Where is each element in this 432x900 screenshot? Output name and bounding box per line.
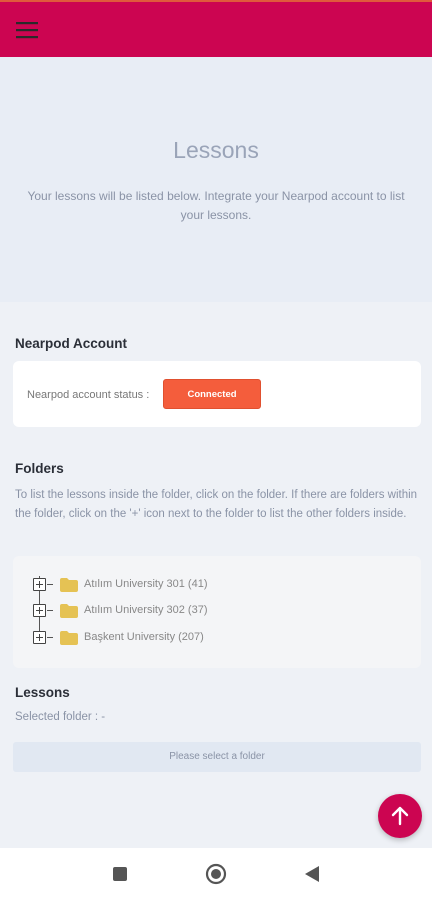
folder-item[interactable]: Atılım University 301 (41) <box>33 577 403 593</box>
expand-plus-icon[interactable] <box>33 631 46 644</box>
folder-tree: Atılım University 301 (41) Atılım Univer… <box>13 556 421 668</box>
connected-button[interactable]: Connected <box>163 379 261 409</box>
system-nav-bar <box>0 848 432 900</box>
folders-description: To list the lessons inside the folder, c… <box>15 489 418 520</box>
folder-icon <box>60 604 78 618</box>
square-icon[interactable] <box>112 866 128 882</box>
nearpod-section-title: Nearpod Account <box>15 336 128 351</box>
lessons-section-title: Lessons <box>15 685 70 700</box>
folder-icon <box>60 578 78 592</box>
triangle-back-icon[interactable] <box>304 865 320 883</box>
scroll-top-button[interactable] <box>378 794 422 838</box>
folder-label[interactable]: Atılım University 301 (41) <box>84 578 207 590</box>
expand-plus-icon[interactable] <box>33 604 46 617</box>
page-description: Your lessons will be listed below. Integ… <box>27 189 405 222</box>
circle-home-icon[interactable] <box>205 863 227 885</box>
selected-folder-text: Selected folder : - <box>15 711 106 723</box>
nearpod-status-card: Nearpod account status : Connected <box>13 361 421 427</box>
menu-icon[interactable] <box>14 19 40 41</box>
folder-item[interactable]: Başkent University (207) <box>33 630 403 646</box>
page-title: Lessons <box>173 137 259 163</box>
nearpod-status-label: Nearpod account status : <box>27 389 150 401</box>
folder-label[interactable]: Başkent University (207) <box>84 631 204 643</box>
select-folder-placeholder: Please select a folder <box>13 742 421 772</box>
expand-plus-icon[interactable] <box>33 578 46 591</box>
hero-section: Lessons Your lessons will be listed belo… <box>0 57 432 302</box>
folder-label[interactable]: Atılım University 302 (37) <box>84 604 207 616</box>
top-app-bar <box>0 0 432 57</box>
folder-item[interactable]: Atılım University 302 (37) <box>33 603 403 619</box>
folder-icon <box>60 631 78 645</box>
arrow-up-icon <box>391 806 409 826</box>
folders-section-title: Folders <box>15 461 64 476</box>
